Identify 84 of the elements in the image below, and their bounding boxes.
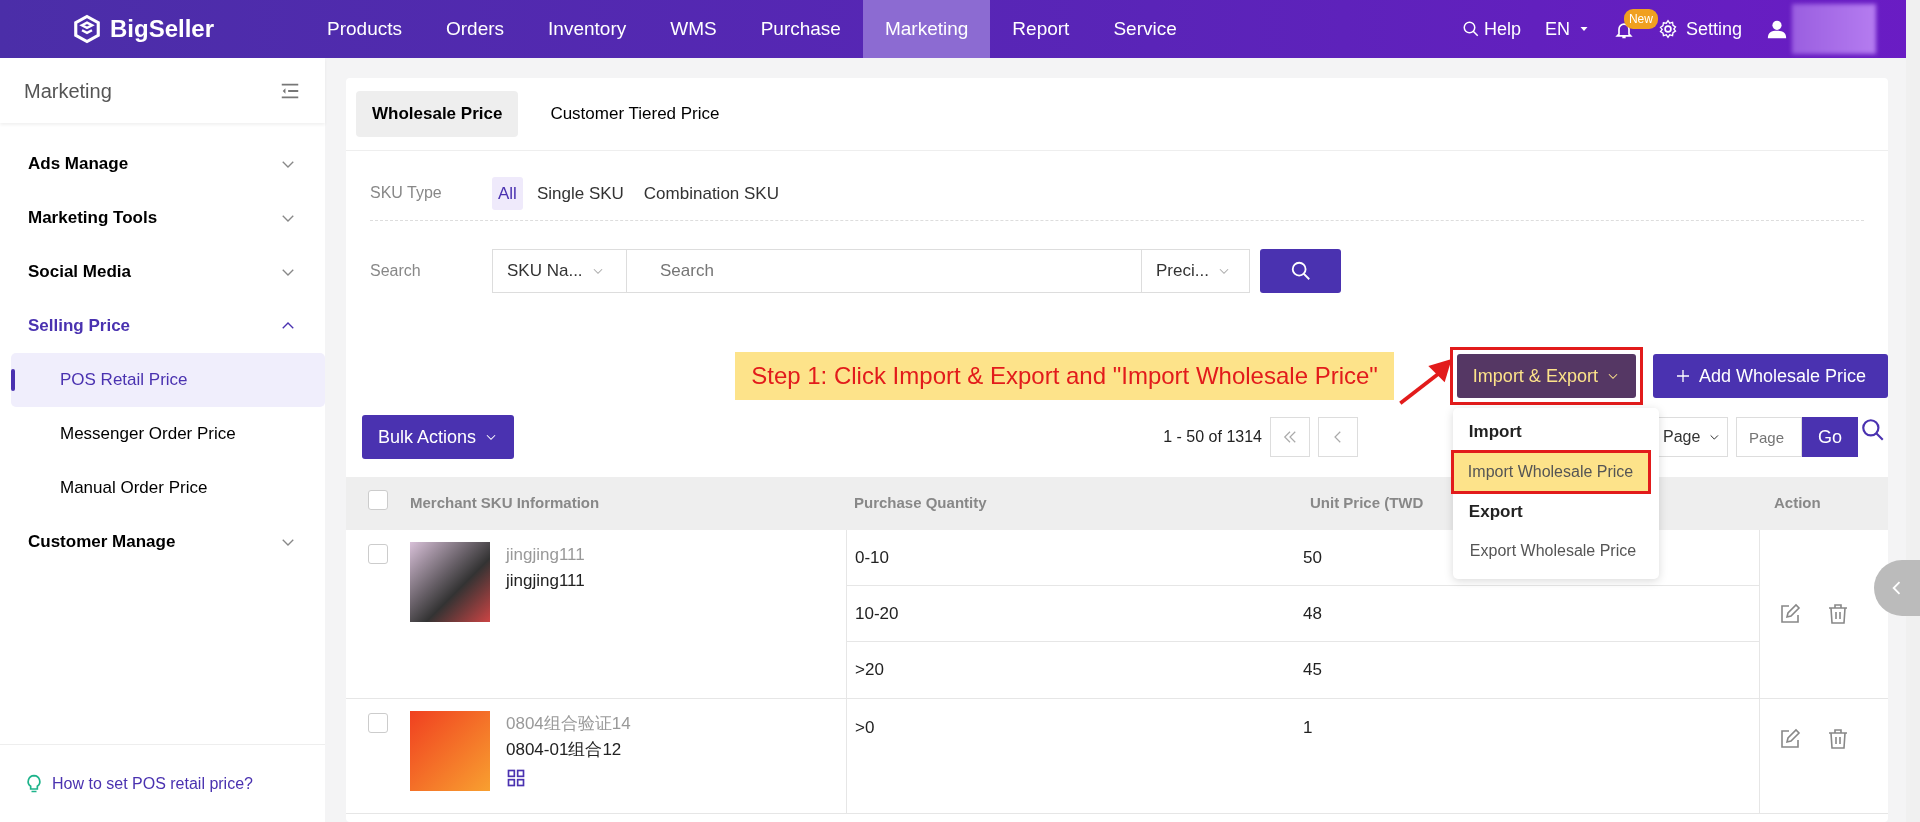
search-icon <box>1860 417 1886 443</box>
menu-section-header: Import <box>1467 421 1523 443</box>
new-badge: New <box>1623 9 1658 29</box>
sidebar-group[interactable]: Ads Manage <box>0 137 325 191</box>
go-button[interactable]: Go <box>1802 417 1858 457</box>
nav-menu-item[interactable]: Products <box>305 0 424 58</box>
settings-icon <box>1657 19 1678 39</box>
price-cell: 1 <box>1303 718 1313 737</box>
nav-menu-item[interactable]: WMS <box>648 0 739 58</box>
annotation-callout: Step 1: Click Import & Export and "Import Wholesale Price" <box>735 352 1394 400</box>
sidebar-title: Marketing <box>24 78 112 104</box>
trash-icon <box>1826 602 1850 626</box>
brand-name: BigSeller <box>110 14 215 44</box>
menu-item[interactable]: Import Wholesale Price <box>1450 449 1651 494</box>
bulk-actions-button[interactable]: Bulk Actions <box>362 415 515 459</box>
page-number-field[interactable]: Page <box>1736 417 1802 457</box>
edit-button[interactable] <box>1778 727 1802 751</box>
sidebar-item[interactable]: POS Retail Price <box>11 353 325 407</box>
per-page-select[interactable]: Page <box>1656 417 1728 457</box>
trash-icon <box>1826 727 1850 751</box>
nav-menu-item[interactable]: Report <box>990 0 1092 58</box>
select-all-checkbox[interactable] <box>368 490 388 511</box>
nav-menu-item[interactable]: Orders <box>424 0 527 58</box>
add-wholesale-price-button[interactable]: Add Wholesale Price <box>1652 354 1888 398</box>
search-button[interactable] <box>1260 249 1341 293</box>
column-header: Action <box>1774 494 1821 512</box>
search-label: Search <box>370 261 422 281</box>
help-link[interactable]: Help <box>1483 15 1521 43</box>
setting-link[interactable]: Setting <box>1685 15 1742 43</box>
sidebar-group[interactable]: Marketing Tools <box>0 191 325 245</box>
tab[interactable]: Wholesale Price <box>356 91 519 137</box>
help-link[interactable]: How to set POS retail price? <box>52 771 253 796</box>
quantity-cell: 10-20 <box>855 603 899 623</box>
column-header: Purchase Quantity <box>854 494 987 512</box>
nav-menu-item[interactable]: Marketing <box>862 0 991 58</box>
quantity-cell: >20 <box>855 660 884 680</box>
sidebar-group[interactable]: Selling Price <box>0 299 325 353</box>
quantity-cell: >0 <box>855 718 875 737</box>
delete-button[interactable] <box>1826 727 1850 751</box>
pagination-summary: 1 - 50 of 1314 <box>1163 427 1262 447</box>
import-export-button[interactable]: Import & Export <box>1456 354 1636 398</box>
previous-page-button[interactable] <box>1318 417 1358 457</box>
sku-name: jingjing111 <box>506 544 585 566</box>
sidebar-item[interactable]: Manual Order Price <box>11 461 325 515</box>
edit-icon <box>1778 602 1802 626</box>
sidebar-item[interactable]: Messenger Order Price <box>11 407 325 461</box>
menu-section-header: Export <box>1467 500 1524 523</box>
sku-type-option[interactable]: Single SKU <box>530 176 630 210</box>
logo-icon <box>72 14 102 44</box>
sku-name: 0804组合验证14 <box>506 713 631 735</box>
plus-icon <box>1674 368 1691 384</box>
edit-button[interactable] <box>1778 602 1802 626</box>
nav-menu-item[interactable]: Inventory <box>526 0 649 58</box>
price-cell: 50 <box>1303 547 1322 567</box>
sidebar-group[interactable]: Customer Manage <box>0 515 325 569</box>
edit-icon <box>1778 727 1802 751</box>
scrollbar[interactable] <box>1906 0 1920 822</box>
row-checkbox[interactable] <box>368 544 388 564</box>
row-checkbox[interactable] <box>368 713 388 733</box>
search-field[interactable]: Search <box>627 249 1142 293</box>
sku-type-option[interactable]: Combination SKU <box>637 176 785 210</box>
nav-menu-item[interactable]: Purchase <box>738 0 863 58</box>
nav-menu-item[interactable]: Service <box>1091 0 1199 58</box>
search-icon <box>1289 260 1312 282</box>
first-page-button[interactable] <box>1270 417 1310 457</box>
column-header: Unit Price (TWD <box>1310 494 1424 512</box>
search-icon <box>1461 20 1480 38</box>
language-select[interactable]: EN <box>1544 15 1570 43</box>
delete-button[interactable] <box>1826 602 1850 626</box>
user-icon <box>1766 18 1788 40</box>
lightbulb-icon <box>24 772 44 795</box>
sku-code: 0804-01组合12 <box>506 738 623 761</box>
tab[interactable]: Customer Tiered Price <box>534 91 736 137</box>
price-cell: 48 <box>1303 603 1322 623</box>
menu-item[interactable]: Export Wholesale Price <box>1452 529 1659 573</box>
field-select[interactable]: SKU Na... <box>492 249 627 293</box>
match-select[interactable]: Preci... <box>1142 249 1250 293</box>
sku-type-label: SKU Type <box>370 183 443 204</box>
sku-code: jingjing111 <box>506 569 585 592</box>
sku-type-option[interactable]: All <box>492 176 523 210</box>
column-header: Merchant SKU Information <box>410 494 600 512</box>
sidebar-group[interactable]: Social Media <box>0 245 325 299</box>
quantity-cell: 0-10 <box>855 547 890 567</box>
price-cell: 45 <box>1303 660 1322 680</box>
